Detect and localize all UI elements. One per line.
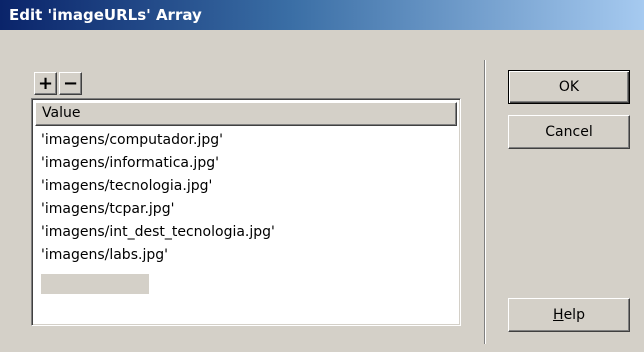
list-item[interactable]: 'imagens/tecnologia.jpg'	[41, 175, 275, 198]
cancel-button[interactable]: Cancel	[508, 115, 630, 149]
ok-button-label: OK	[558, 79, 580, 95]
column-header-value[interactable]: Value	[35, 102, 457, 126]
help-button-label: Help	[553, 307, 585, 323]
title-bar[interactable]: Edit 'imageURLs' Array	[0, 0, 644, 30]
minus-icon: −	[62, 72, 79, 94]
list-item[interactable]: 'imagens/computador.jpg'	[41, 129, 275, 152]
help-mnemonic: H	[553, 307, 564, 323]
help-label-rest: elp	[563, 307, 585, 323]
help-button[interactable]: Help	[508, 298, 630, 332]
values-list[interactable]: Value 'imagens/computador.jpg' 'imagens/…	[31, 98, 461, 326]
cancel-button-label: Cancel	[545, 124, 593, 140]
remove-item-button[interactable]: −	[59, 72, 82, 95]
dialog-title: Edit 'imageURLs' Array	[9, 6, 202, 24]
plus-icon: +	[37, 72, 54, 94]
list-rows: 'imagens/computador.jpg' 'imagens/inform…	[41, 129, 275, 267]
vertical-divider	[484, 60, 486, 344]
list-item[interactable]: 'imagens/labs.jpg'	[41, 244, 275, 267]
edit-array-dialog: Edit 'imageURLs' Array + − Value 'imagen…	[0, 0, 644, 352]
column-header-label: Value	[42, 105, 81, 121]
ok-button[interactable]: OK	[508, 70, 630, 104]
list-item[interactable]: 'imagens/int_dest_tecnologia.jpg'	[41, 221, 275, 244]
list-item[interactable]: 'imagens/informatica.jpg'	[41, 152, 275, 175]
add-item-button[interactable]: +	[34, 72, 57, 95]
list-item[interactable]: 'imagens/tcpar.jpg'	[41, 198, 275, 221]
new-item-edit-cell[interactable]	[41, 274, 149, 294]
